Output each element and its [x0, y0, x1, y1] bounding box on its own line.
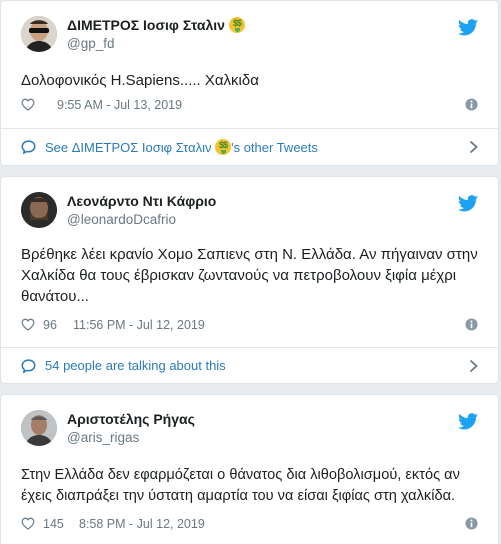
display-name[interactable]: ΔΙΜΕΤΡΟΣ Ιοσιφ Σταλιν $$ — [67, 17, 245, 33]
speech-bubble-icon — [21, 359, 36, 373]
avatar[interactable] — [21, 192, 57, 228]
timestamp[interactable]: 9:55 AM - Jul 13, 2019 — [57, 98, 182, 112]
user-handle[interactable]: @gp_fd — [67, 36, 115, 51]
avatar[interactable] — [21, 410, 57, 446]
tweet-meta: 96 11:56 PM - Jul 12, 2019 — [21, 316, 498, 336]
twitter-bird-icon[interactable] — [458, 19, 478, 36]
user-handle[interactable]: @aris_rigas — [67, 430, 139, 445]
tweet-header: Αριστοτέλης Ρήγας @aris_rigas — [21, 395, 498, 455]
talking-about-label[interactable]: 54 people are talking about this — [45, 358, 226, 373]
chevron-right-icon[interactable] — [469, 359, 478, 373]
tweet-meta: 9:55 AM - Jul 13, 2019 — [21, 96, 498, 116]
like-count[interactable]: 96 — [43, 318, 57, 332]
info-icon[interactable] — [465, 517, 478, 530]
talking-about-link[interactable]: 54 people are talking about this — [1, 347, 498, 383]
heart-icon[interactable] — [21, 318, 35, 331]
twitter-bird-icon[interactable] — [458, 195, 478, 212]
timestamp[interactable]: 11:56 PM - Jul 12, 2019 — [73, 318, 205, 332]
info-icon[interactable] — [465, 318, 478, 331]
see-other-suffix[interactable]: 's other Tweets — [231, 140, 318, 155]
tweet-header: ΔΙΜΕΤΡΟΣ Ιοσιφ Σταλιν $$ @gp_fd — [21, 1, 498, 61]
display-name-text[interactable]: ΔΙΜΕΤΡΟΣ Ιοσιφ Σταλιν — [67, 17, 225, 33]
user-handle[interactable]: @leonardoDcafrio — [67, 212, 176, 227]
heart-icon[interactable] — [21, 517, 35, 530]
tweet-card-1: ΔΙΜΕΤΡΟΣ Ιοσιφ Σταλιν $$ @gp_fd Δολοφονι… — [0, 0, 499, 166]
tweet-header: Λεονάρντο Ντι Κάφριο @leonardoDcafrio — [21, 177, 498, 237]
tweet-text: Δολοφονικός H.Sapiens..... Χαλκιδα — [21, 72, 259, 89]
see-other-prefix[interactable]: See ΔΙΜΕΤΡΟΣ Ιοσιφ Σταλιν — [45, 140, 211, 155]
tweet-meta: 145 8:58 PM - Jul 12, 2019 — [21, 515, 498, 535]
display-name[interactable]: Αριστοτέλης Ρήγας — [67, 411, 195, 427]
tweet-text: Στην Ελλάδα δεν εφαρμόζεται ο θάνατος δι… — [21, 467, 460, 504]
avatar[interactable] — [21, 16, 57, 52]
heart-icon[interactable] — [21, 98, 35, 111]
info-icon[interactable] — [465, 98, 478, 111]
timestamp[interactable]: 8:58 PM - Jul 12, 2019 — [79, 517, 205, 531]
display-name[interactable]: Λεονάρντο Ντι Κάφριο — [67, 193, 216, 209]
like-count[interactable]: 145 — [43, 517, 64, 531]
see-other-tweets-link[interactable]: See ΔΙΜΕΤΡΟΣ Ιοσιφ Σταλιν $$'s other Twe… — [1, 128, 498, 165]
tweet-card-3: Αριστοτέλης Ρήγας @aris_rigas Στην Ελλάδ… — [0, 394, 499, 544]
tweet-text: Βρέθηκε λέει κρανίο Χομο Σαπιενς στη Ν. … — [21, 246, 478, 305]
see-other-tweets-label[interactable]: See ΔΙΜΕΤΡΟΣ Ιοσιφ Σταλιν $$'s other Twe… — [45, 139, 318, 155]
tweet-card-2: Λεονάρντο Ντι Κάφριο @leonardoDcafrio Βρ… — [0, 176, 499, 384]
chevron-right-icon[interactable] — [469, 140, 478, 154]
twitter-bird-icon[interactable] — [458, 413, 478, 430]
speech-bubble-icon — [21, 140, 36, 154]
money-mouth-emoji: $$ — [215, 139, 232, 155]
money-mouth-emoji: $$ — [228, 17, 245, 33]
